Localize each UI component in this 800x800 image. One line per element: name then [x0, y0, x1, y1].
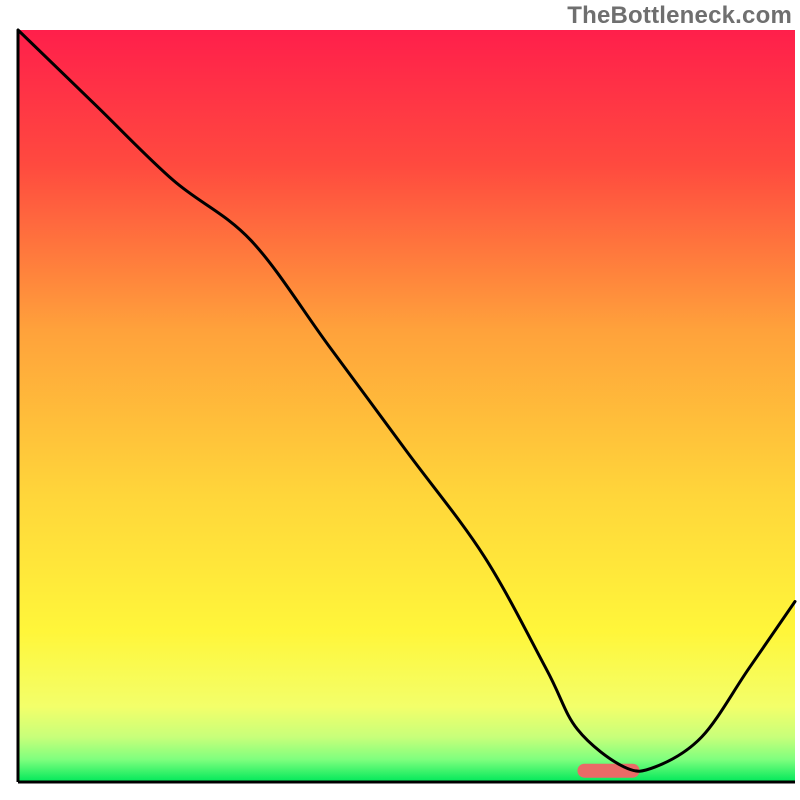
chart-stage: TheBottleneck.com	[0, 0, 800, 800]
watermark-label: TheBottleneck.com	[567, 2, 792, 30]
bottleneck-chart	[0, 0, 800, 800]
